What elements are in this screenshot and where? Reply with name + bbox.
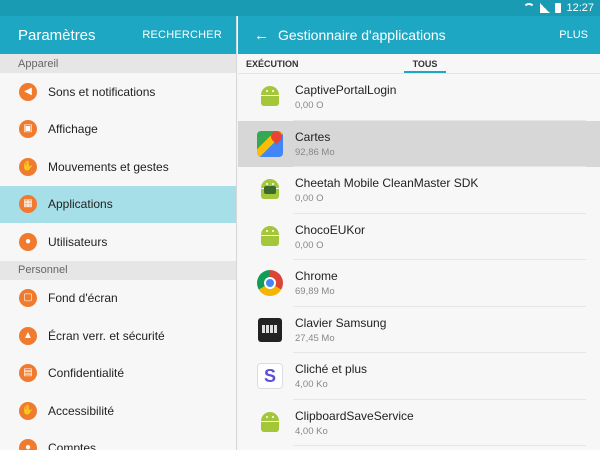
app-list-item[interactable]: Cartes 92,86 Mo	[238, 120, 600, 167]
app-size: 0,00 O	[295, 100, 324, 112]
settings-item-confidentialit-[interactable]: ▤ Confidentialité	[0, 355, 236, 393]
app-size: 0,00 O	[295, 239, 324, 251]
app-info: ChocoEUKor 0,00 O	[295, 223, 365, 251]
app-name: ChocoEUKor	[295, 222, 366, 237]
settings-item-label: Confidentialité	[48, 366, 125, 381]
app-manager-panel: ← Gestionnaire d'applications PLUS EXÉCU…	[238, 16, 600, 450]
key-icon: ●	[19, 439, 37, 450]
app-name: Cheetah Mobile CleanMaster SDK	[295, 176, 479, 191]
app-info: ClipboardSaveService 4,00 Ko	[295, 409, 414, 437]
settings-item-utilisateurs[interactable]: ● Utilisateurs	[0, 223, 236, 261]
status-bar: 12:27	[0, 0, 600, 16]
more-button[interactable]: PLUS	[559, 29, 588, 41]
settings-menu: Appareil ◀ Sons et notifications ▣ Affichage…	[0, 54, 236, 450]
settings-item-sons-et-notifications[interactable]: ◀ Sons et notifications	[0, 73, 236, 111]
android-icon	[256, 83, 284, 111]
maps-icon	[256, 128, 285, 158]
chrome-icon	[256, 269, 284, 297]
privacy-icon: ▤	[19, 364, 37, 383]
app-name: Cartes	[295, 129, 331, 144]
settings-item-affichage[interactable]: ▣ Affichage	[0, 111, 236, 149]
app-size: 0,00 O	[295, 193, 324, 205]
settings-item-fond-d-cran[interactable]: ▢ Fond d'écran	[0, 280, 236, 318]
app-list-item[interactable]: Clavier Samsung 27,45 Mo	[238, 307, 600, 354]
settings-header: Paramètres RECHERCHER	[0, 16, 236, 54]
app-size: 27,45 Mo	[295, 332, 335, 344]
app-list-item[interactable]: ClipboardSaveService 4,00 Ko	[238, 400, 600, 447]
app-name: Cliché et plus	[295, 362, 368, 377]
app-info: Cartes 92,86 Mo	[295, 130, 335, 158]
signal-icon	[540, 3, 551, 13]
section-label: Personnel	[0, 260, 236, 280]
settings-item-label: Écran verr. et sécurité	[48, 328, 165, 343]
settings-item-accessibilit-[interactable]: ✋ Accessibilité	[0, 392, 236, 430]
settings-item-mouvements-et-gestes[interactable]: ✋ Mouvements et gestes	[0, 148, 236, 186]
app-manager-header: ← Gestionnaire d'applications PLUS	[238, 16, 600, 54]
accessibility-icon: ✋	[19, 401, 37, 420]
app-info: CaptivePortalLogin 0,00 O	[295, 83, 396, 111]
app-list-item[interactable]: S Cliché et plus 4,00 Ko	[238, 353, 600, 400]
app-name: Clavier Samsung	[295, 315, 387, 330]
settings-item-label: Mouvements et gestes	[48, 159, 169, 174]
settings-title: Paramètres	[18, 26, 96, 44]
app-list-item[interactable]: ChocoEUKor 0,00 O	[238, 214, 600, 261]
cliche-icon: S	[256, 362, 284, 390]
settings-item-label: Accessibilité	[48, 403, 115, 418]
settings-item-label: Affichage	[48, 122, 98, 137]
tab-bar: EXÉCUTION TOUS	[238, 54, 600, 74]
settings-item--cran-verr-et-s-curit-[interactable]: ▲ Écran verr. et sécurité	[0, 317, 236, 355]
settings-item-label: Applications	[48, 197, 113, 212]
display-icon: ▣	[19, 120, 37, 139]
status-time: 12:27	[566, 2, 594, 14]
app-list-item[interactable]: Cheetah Mobile CleanMaster SDK 0,00 O	[238, 167, 600, 214]
settings-panel: Paramètres RECHERCHER Appareil ◀ Sons et n…	[0, 16, 237, 450]
wallpaper-icon: ▢	[19, 289, 37, 308]
keyboard-icon	[256, 316, 284, 344]
app-size: 4,00 Ko	[295, 379, 328, 391]
app-list: CaptivePortalLogin 0,00 O Cartes 92,86 Mo Ch…	[238, 74, 600, 446]
users-icon: ●	[19, 232, 37, 251]
app-size: 92,86 Mo	[295, 146, 335, 158]
app-info: Chrome 69,89 Mo	[295, 269, 338, 297]
app-info: Cheetah Mobile CleanMaster SDK 0,00 O	[295, 176, 478, 204]
android-icon	[256, 409, 284, 437]
search-button[interactable]: RECHERCHER	[142, 29, 222, 41]
settings-item-label: Fond d'écran	[48, 291, 118, 306]
app-info: Clavier Samsung 27,45 Mo	[295, 316, 386, 344]
settings-item-comptes[interactable]: ● Comptes	[0, 430, 236, 450]
battery-icon	[555, 3, 562, 13]
volume-icon: ◀	[19, 82, 37, 101]
section-label: Appareil	[0, 54, 236, 73]
wifi-icon	[523, 3, 536, 13]
app-name: CaptivePortalLogin	[295, 83, 397, 98]
app-size: 4,00 Ko	[295, 425, 328, 437]
tab-running[interactable]: EXÉCUTION	[246, 59, 404, 73]
back-arrow-icon[interactable]: ←	[254, 27, 278, 44]
android-icon	[256, 223, 284, 251]
app-list-item[interactable]: Chrome 69,89 Mo	[238, 260, 600, 307]
lock-icon: ▲	[19, 326, 37, 345]
tab-all[interactable]: TOUS	[404, 59, 446, 73]
settings-item-applications[interactable]: ▦ Applications	[0, 185, 236, 223]
app-manager-title: Gestionnaire d'applications	[278, 27, 446, 43]
app-name: Chrome	[295, 269, 338, 284]
settings-item-label: Comptes	[48, 441, 97, 450]
settings-item-label: Sons et notifications	[48, 84, 156, 99]
gesture-icon: ✋	[19, 157, 37, 176]
cheetah-icon	[256, 176, 284, 204]
app-name: ClipboardSaveService	[295, 408, 414, 423]
apps-grid-icon: ▦	[19, 195, 37, 214]
settings-item-label: Utilisateurs	[48, 234, 108, 249]
app-size: 69,89 Mo	[295, 286, 335, 298]
app-info: Cliché et plus 4,00 Ko	[295, 362, 367, 390]
app-list-item[interactable]: CaptivePortalLogin 0,00 O	[238, 74, 600, 121]
